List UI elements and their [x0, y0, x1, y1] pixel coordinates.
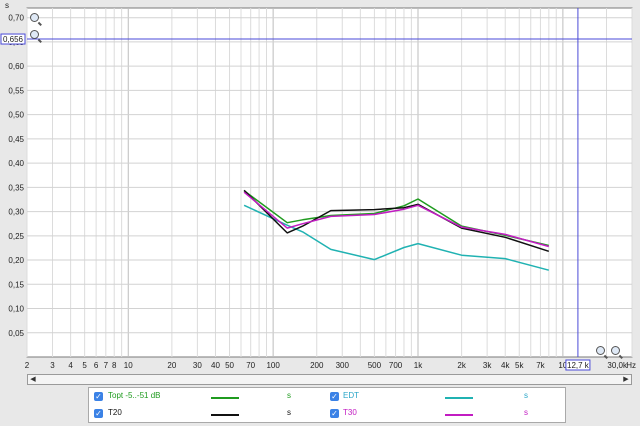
x-tick-label: 10 — [124, 361, 133, 370]
plot-background — [26, 7, 633, 358]
x-tick-label: 20 — [167, 361, 176, 370]
y-tick-label: 0,50 — [8, 111, 24, 120]
legend-unit-topt: s — [287, 391, 291, 400]
legend-panel: ✓ Topt -5..-51 dB s ✓ EDT s ✓ T20 s ✓ T3… — [88, 387, 566, 423]
scroll-right-icon[interactable]: ▶ — [621, 375, 631, 384]
legend-label-topt: Topt -5..-51 dB — [108, 391, 161, 400]
legend-row: ✓ Topt -5..-51 dB s ✓ EDT s — [89, 389, 565, 405]
zoom-in-icon[interactable] — [30, 13, 39, 22]
y-tick-label: 0,35 — [8, 183, 24, 192]
x-tick-label: 5k — [515, 361, 524, 370]
y-axis-label: s — [5, 1, 9, 10]
x-axis-unit: Hz — [626, 361, 636, 370]
x-tick-label: 500 — [368, 361, 382, 370]
x-tick-label: 50 — [225, 361, 234, 370]
horizontal-scrollbar[interactable]: ◀ ▶ — [27, 374, 632, 385]
y-tick-label: 0,25 — [8, 232, 24, 241]
y-tick-label: 0,70 — [8, 14, 24, 23]
legend-unit-edt: s — [524, 391, 528, 400]
zoom-out-icon[interactable] — [611, 346, 620, 355]
y-tick-label: 0,15 — [8, 280, 24, 289]
zoom-in-icon[interactable] — [596, 346, 605, 355]
x-tick-label: 30,0k — [607, 361, 628, 370]
legend-label-t20: T20 — [108, 408, 122, 417]
x-tick-label: 70 — [246, 361, 255, 370]
x-tick-label: 4k — [501, 361, 510, 370]
x-tick-label: 300 — [336, 361, 350, 370]
legend-swatch-topt — [211, 397, 239, 399]
x-tick-label: 4 — [68, 361, 73, 370]
cursor-x-label: 12,7 k — [567, 361, 590, 370]
legend-unit-t30: s — [524, 408, 528, 417]
y-tick-label: 0,10 — [8, 305, 24, 314]
x-tick-label: 7 — [104, 361, 109, 370]
legend-label-edt: EDT — [343, 391, 359, 400]
x-tick-label: 700 — [389, 361, 403, 370]
x-tick-label: 30 — [193, 361, 202, 370]
x-tick-label: 6 — [94, 361, 99, 370]
y-tick-label: 0,40 — [8, 159, 24, 168]
x-tick-label: 7k — [536, 361, 545, 370]
y-tick-label: 0,20 — [8, 256, 24, 265]
checkbox-checked-icon[interactable]: ✓ — [94, 409, 103, 418]
legend-swatch-t20 — [211, 414, 239, 416]
scroll-left-icon[interactable]: ◀ — [28, 375, 38, 384]
x-tick-label: 2 — [25, 361, 30, 370]
x-tick-label: 1k — [414, 361, 423, 370]
x-tick-label: 5 — [82, 361, 87, 370]
checkbox-checked-icon[interactable]: ✓ — [94, 392, 103, 401]
legend-unit-t20: s — [287, 408, 291, 417]
x-tick-label: 3k — [483, 361, 492, 370]
checkbox-checked-icon[interactable]: ✓ — [330, 392, 339, 401]
y-tick-label: 0,60 — [8, 62, 24, 71]
legend-swatch-edt — [445, 397, 473, 399]
cursor-y-label: 0,656 — [3, 35, 24, 44]
legend-label-t30: T30 — [343, 408, 357, 417]
y-tick-label: 0,55 — [8, 86, 24, 95]
x-tick-label: 3 — [50, 361, 55, 370]
x-tick-label: 8 — [112, 361, 117, 370]
y-tick-label: 0,30 — [8, 208, 24, 217]
y-tick-label: 0,45 — [8, 135, 24, 144]
x-tick-label: 40 — [211, 361, 220, 370]
checkbox-checked-icon[interactable]: ✓ — [330, 409, 339, 418]
legend-row: ✓ T20 s ✓ T30 s — [89, 406, 565, 422]
y-tick-label: 0,05 — [8, 329, 24, 338]
x-tick-label: 2k — [457, 361, 466, 370]
x-tick-label: 200 — [310, 361, 324, 370]
zoom-out-icon[interactable] — [30, 30, 39, 39]
chart-area[interactable]: 0,05 0,10 0,15 0,20 0,25 0,30 0,35 0,40 0,45 0,50… — [0, 0, 640, 372]
x-tick-label: 100 — [266, 361, 280, 370]
legend-swatch-t30 — [445, 414, 473, 416]
